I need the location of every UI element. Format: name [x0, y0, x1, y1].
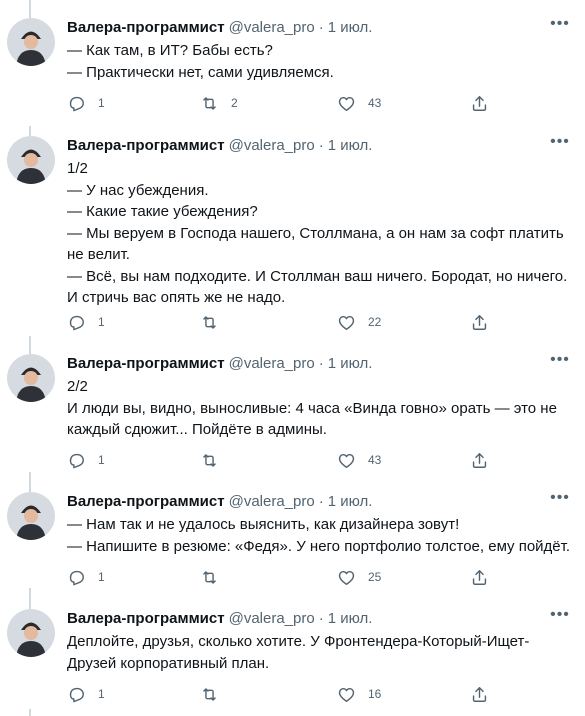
retweet-button[interactable]	[200, 684, 231, 704]
separator-dot: ·	[318, 493, 324, 510]
retweet-button[interactable]	[200, 312, 231, 332]
tweet-text: 2/2 И люди вы, видно, выносливые: 4 часа…	[67, 378, 557, 438]
separator-dot: ·	[318, 19, 324, 36]
reply-count: 1	[98, 687, 105, 701]
tweet-actions: 1 2 43	[67, 93, 573, 113]
share-button[interactable]	[470, 567, 489, 587]
more-icon[interactable]: •••	[549, 134, 571, 154]
reply-button[interactable]: 1	[67, 312, 105, 332]
retweet-count: 2	[231, 96, 238, 110]
separator-dot: ·	[318, 137, 324, 154]
like-button[interactable]: 43	[337, 93, 381, 113]
tweet-date[interactable]: 1 июл.	[328, 136, 373, 156]
tweet-date[interactable]: 1 июл.	[328, 18, 373, 38]
reply-button[interactable]: 1	[67, 450, 105, 470]
retweet-button[interactable]: 2	[200, 93, 238, 113]
share-button[interactable]	[470, 93, 489, 113]
more-icon[interactable]: •••	[549, 16, 571, 36]
like-count: 43	[368, 96, 382, 110]
tweet-text: — Как там, в ИТ? Бабы есть? — Практическ…	[67, 42, 334, 81]
avatar[interactable]	[7, 354, 55, 402]
like-button[interactable]: 22	[337, 312, 381, 332]
author-name[interactable]: Валера-программист	[67, 354, 225, 374]
share-icon	[472, 95, 487, 111]
separator-dot: ·	[318, 355, 324, 372]
share-icon	[472, 314, 487, 330]
retweet-icon	[203, 570, 216, 584]
tweet-date[interactable]: 1 июл.	[328, 609, 373, 629]
retweet-icon	[203, 96, 216, 110]
retweet-button[interactable]	[200, 450, 231, 470]
like-icon	[338, 570, 355, 585]
reply-button[interactable]: 1	[67, 684, 105, 704]
like-button[interactable]: 43	[337, 450, 381, 470]
share-icon	[472, 686, 487, 702]
author-handle[interactable]: @valera_pro	[229, 492, 315, 512]
more-icon[interactable]: •••	[549, 352, 571, 372]
tweet-date[interactable]: 1 июл.	[328, 354, 373, 374]
like-button[interactable]: 25	[337, 567, 381, 587]
avatar[interactable]	[7, 609, 55, 657]
reply-icon	[69, 570, 84, 585]
author-handle[interactable]: @valera_pro	[229, 136, 315, 156]
reply-button[interactable]: 1	[67, 567, 105, 587]
author-name[interactable]: Валера-программист	[67, 492, 225, 512]
like-count: 25	[368, 570, 382, 584]
retweet-icon	[203, 453, 216, 467]
tweet[interactable]: Валера-программист @valera_pro · 1 июл. …	[0, 352, 585, 472]
author-handle[interactable]: @valera_pro	[229, 609, 315, 629]
like-count: 22	[368, 315, 382, 329]
tweet[interactable]: Валера-программист @valera_pro · 1 июл. …	[0, 607, 585, 709]
tweet-text: — Нам так и не удалось выяснить, как диз…	[67, 516, 571, 555]
author-name[interactable]: Валера-программист	[67, 609, 225, 629]
tweet-actions: 1 25	[67, 567, 573, 587]
reply-count: 1	[98, 453, 105, 467]
tweet-text: 1/2 — У нас убеждения. — Какие такие убе…	[67, 160, 568, 306]
like-count: 16	[368, 687, 382, 701]
like-count: 43	[368, 453, 382, 467]
author-name[interactable]: Валера-программист	[67, 136, 225, 156]
share-button[interactable]	[470, 684, 489, 704]
more-icon[interactable]: •••	[549, 607, 571, 627]
avatar[interactable]	[7, 18, 55, 66]
share-icon	[472, 569, 487, 585]
reply-count: 1	[98, 570, 105, 584]
like-button[interactable]: 16	[337, 684, 381, 704]
like-icon	[338, 687, 355, 702]
share-button[interactable]	[470, 312, 489, 332]
share-icon	[472, 452, 487, 468]
author-handle[interactable]: @valera_pro	[229, 354, 315, 374]
reply-icon	[69, 96, 84, 111]
tweet-date[interactable]: 1 июл.	[328, 492, 373, 512]
like-icon	[338, 96, 355, 111]
tweet-actions: 1 16	[67, 684, 573, 704]
like-icon	[338, 315, 355, 330]
author-handle[interactable]: @valera_pro	[229, 18, 315, 38]
separator-dot: ·	[318, 610, 324, 627]
more-icon[interactable]: •••	[549, 490, 571, 510]
reply-icon	[69, 315, 84, 330]
tweet-text: Деплойте, друзья, сколько хотите. У Фрон…	[67, 633, 530, 672]
share-button[interactable]	[470, 450, 489, 470]
tweet-actions: 1 22	[67, 312, 573, 332]
tweet[interactable]: Валера-программист @valera_pro · 1 июл. …	[0, 16, 585, 126]
author-name[interactable]: Валера-программист	[67, 18, 225, 38]
avatar[interactable]	[7, 136, 55, 184]
retweet-icon	[203, 687, 216, 701]
reply-icon	[69, 687, 84, 702]
tweet-feed: Валера-программист @valera_pro · 1 июл. …	[0, 0, 585, 716]
like-icon	[338, 453, 355, 468]
reply-button[interactable]: 1	[67, 93, 105, 113]
avatar[interactable]	[7, 492, 55, 540]
reply-count: 1	[98, 96, 105, 110]
retweet-icon	[203, 315, 216, 329]
reply-count: 1	[98, 315, 105, 329]
tweet[interactable]: Валера-программист @valera_pro · 1 июл. …	[0, 490, 585, 588]
tweet[interactable]: Валера-программист @valera_pro · 1 июл. …	[0, 134, 585, 336]
retweet-button[interactable]	[200, 567, 231, 587]
reply-icon	[69, 453, 84, 468]
tweet-actions: 1 43	[67, 450, 573, 470]
